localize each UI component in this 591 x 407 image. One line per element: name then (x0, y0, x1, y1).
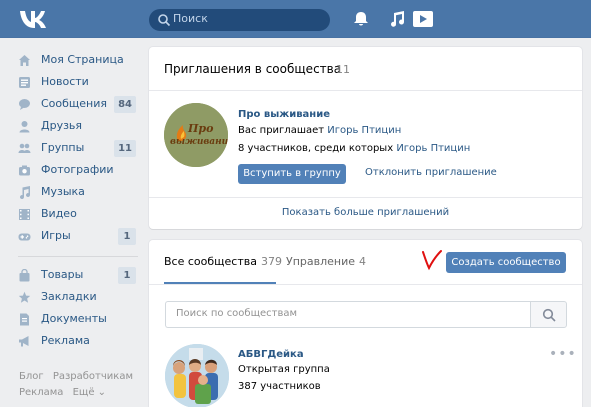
user-icon (19, 121, 30, 133)
message-icon (19, 99, 30, 110)
nav-item-label: Сообщения (41, 97, 108, 110)
decline-invitation-link[interactable]: Отклонить приглашение (365, 167, 497, 178)
community-avatar[interactable] (165, 344, 229, 407)
community-members: 387 участников (238, 381, 321, 392)
star-icon (18, 291, 31, 303)
nav-item-my-page[interactable]: Моя Страница (18, 50, 138, 72)
bell-icon[interactable] (352, 11, 370, 27)
megaphone-icon (19, 336, 29, 347)
nav-item-games[interactable]: Игры 1 (18, 226, 138, 248)
nav-footer: Блог Разработчикам Реклама Ещё ⌄ (19, 369, 144, 401)
nav-item-label: Группы (41, 141, 85, 154)
tab-all-label: Все сообщества (164, 255, 257, 268)
nav-item-goods[interactable]: Товары 1 (18, 265, 138, 287)
gamepad-icon (18, 233, 31, 241)
film-icon (19, 209, 30, 220)
more-actions-icon[interactable]: ••• (549, 346, 577, 362)
invitations-card: Приглашения в сообщества 11 Про выживани… (149, 47, 582, 229)
footer-link-developers[interactable]: Разработчикам (53, 371, 133, 382)
invite-members-line: 8 участников, среди которых Игорь Птицин (238, 143, 470, 154)
communities-card: Все сообщества 379 Управление 4 Создать со… (149, 240, 582, 407)
invitations-title: Приглашения в сообщества (164, 62, 342, 76)
communities-search-input[interactable]: Поиск по сообществам (165, 301, 530, 328)
invitations-footer: Показать больше приглашений (149, 197, 582, 229)
invite-group-avatar[interactable]: Про выживание (164, 103, 228, 167)
communities-tabs: Все сообщества 379 Управление 4 Создать со… (149, 240, 582, 285)
tab-management[interactable]: Управление 4 (286, 255, 366, 268)
camera-icon (19, 165, 30, 176)
top-bar: Поиск (0, 0, 591, 38)
footer-link-ads[interactable]: Реклама (19, 387, 63, 398)
shopping-bag-icon (19, 269, 30, 282)
community-name[interactable]: АБВГДейка (238, 349, 304, 360)
tab-management-count: 4 (359, 255, 367, 268)
nav-item-label: Документы (41, 312, 107, 325)
nav-item-label: Музыка (41, 185, 85, 198)
nav-item-messages[interactable]: Сообщения 84 (18, 94, 138, 116)
tab-management-label: Управление (286, 255, 356, 268)
handwritten-check-mark-icon (422, 250, 442, 271)
create-community-button[interactable]: Создать сообщество (446, 252, 566, 273)
nav-item-label: Новости (41, 75, 89, 88)
invite-by-line: Вас приглашает Игорь Птицин (238, 125, 401, 136)
goods-count-badge: 1 (118, 267, 136, 284)
player-play-icon[interactable] (413, 11, 433, 27)
nav-item-label: Товары (41, 268, 84, 281)
nav-item-label: Фотографии (41, 163, 114, 176)
nav-item-bookmarks[interactable]: Закладки (18, 287, 138, 309)
footer-link-more[interactable]: Ещё ⌄ (73, 387, 106, 398)
survival-logo-icon (164, 103, 228, 167)
tab-all-count: 379 (260, 255, 282, 268)
invite-members-friend-link[interactable]: Игорь Птицин (396, 143, 470, 154)
invite-group-name[interactable]: Про выживание (238, 109, 330, 120)
nav-item-video[interactable]: Видео (18, 204, 138, 226)
search-icon (542, 308, 556, 322)
left-nav: Моя Страница Новости Сообщения 84 Друзья… (18, 50, 138, 353)
nav-item-label: Друзья (41, 119, 83, 132)
document-icon (20, 313, 29, 326)
vk-logo-icon[interactable] (18, 7, 48, 31)
show-more-invitations-link[interactable]: Показать больше приглашений (149, 207, 582, 218)
join-group-button[interactable]: Вступить в группу (238, 164, 346, 184)
group-photo-icon (165, 344, 229, 407)
nav-item-label: Игры (41, 229, 71, 242)
communities-search-placeholder: Поиск по сообществам (176, 308, 298, 319)
survival-logo-text-1: Про (188, 122, 214, 135)
games-count-badge: 1 (118, 228, 136, 245)
communities-search-button[interactable] (530, 301, 567, 328)
news-icon (19, 77, 30, 88)
active-tab-indicator (164, 282, 276, 284)
messages-count-badge: 84 (114, 96, 136, 113)
invite-members-prefix: 8 участников, среди которых (238, 143, 394, 154)
inviter-link[interactable]: Игорь Птицин (327, 125, 401, 136)
nav-item-friends[interactable]: Друзья (18, 116, 138, 138)
nav-item-news[interactable]: Новости (18, 72, 138, 94)
nav-item-label: Закладки (41, 290, 97, 303)
nav-item-music[interactable]: Музыка (18, 182, 138, 204)
footer-link-blog[interactable]: Блог (19, 371, 44, 382)
nav-item-ads[interactable]: Реклама (18, 331, 138, 353)
tab-all-communities[interactable]: Все сообщества 379 (164, 255, 282, 268)
nav-item-photos[interactable]: Фотографии (18, 160, 138, 182)
nav-divider (18, 256, 138, 257)
nav-item-groups[interactable]: Группы 11 (18, 138, 138, 160)
invite-by-prefix: Вас приглашает (238, 125, 325, 136)
nav-item-label: Реклама (41, 334, 90, 347)
users-group-icon (18, 143, 31, 153)
header-search-input[interactable]: Поиск (149, 9, 330, 31)
survival-logo-text-2: выживание (170, 137, 228, 147)
music-icon (20, 186, 31, 199)
groups-count-badge: 11 (114, 140, 136, 157)
search-placeholder: Поиск (173, 12, 208, 25)
community-type: Открытая группа (238, 364, 330, 375)
music-icon[interactable] (388, 11, 406, 27)
nav-item-label: Видео (41, 207, 77, 220)
invitations-header: Приглашения в сообщества 11 (149, 47, 582, 91)
home-icon (19, 55, 30, 66)
search-icon (158, 14, 171, 27)
nav-item-label: Моя Страница (41, 53, 124, 66)
invitations-count: 11 (336, 63, 350, 76)
nav-item-documents[interactable]: Документы (18, 309, 138, 331)
